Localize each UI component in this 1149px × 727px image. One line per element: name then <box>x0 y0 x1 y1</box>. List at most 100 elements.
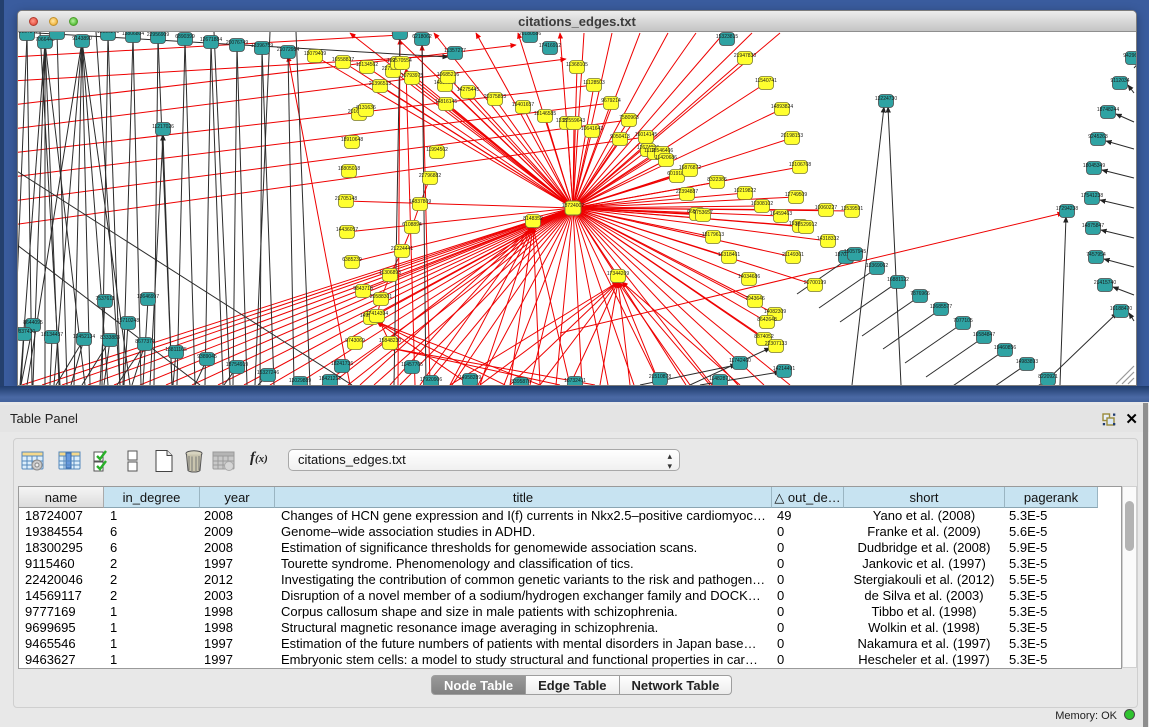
svg-text:11368105: 11368105 <box>566 62 588 68</box>
svg-text:9743069: 9743069 <box>345 338 365 344</box>
svg-text:15057945: 15057945 <box>844 249 866 255</box>
svg-text:18754919: 18754919 <box>226 362 248 368</box>
svg-text:18241736: 18241736 <box>331 361 353 367</box>
svg-text:9143890: 9143890 <box>72 36 92 42</box>
svg-text:9679214: 9679214 <box>601 98 621 104</box>
svg-text:9050413: 9050413 <box>610 134 630 140</box>
svg-text:13336273: 13336273 <box>97 32 119 35</box>
svg-text:18910648: 18910648 <box>341 137 363 143</box>
svg-text:7077105: 7077105 <box>953 318 973 324</box>
svg-text:20180586: 20180586 <box>519 32 541 37</box>
svg-text:13539591: 13539591 <box>841 206 863 212</box>
svg-text:18748244: 18748244 <box>1097 107 1119 113</box>
svg-text:13106768: 13106768 <box>789 162 811 168</box>
svg-text:20157347: 20157347 <box>18 32 38 35</box>
svg-text:9245263: 9245263 <box>1088 134 1108 140</box>
svg-text:18805018: 18805018 <box>338 166 360 172</box>
svg-text:15327246: 15327246 <box>257 370 279 376</box>
svg-text:13079409: 13079409 <box>304 51 326 57</box>
svg-text:8333883: 8333883 <box>100 335 120 341</box>
svg-text:16014145: 16014145 <box>635 132 657 138</box>
svg-text:15710248: 15710248 <box>117 318 139 324</box>
svg-text:11357277: 11357277 <box>444 48 466 54</box>
svg-text:11128503: 11128503 <box>583 80 605 86</box>
svg-text:18421212: 18421212 <box>319 376 341 382</box>
svg-text:21072954: 21072954 <box>277 47 299 53</box>
svg-text:13369062: 13369062 <box>866 263 888 269</box>
svg-text:11420686: 11420686 <box>655 155 677 161</box>
svg-text:6108894: 6108894 <box>402 222 422 228</box>
svg-text:21415740: 21415740 <box>1094 280 1116 286</box>
svg-text:6218062: 6218062 <box>412 34 432 40</box>
svg-text:11994562: 11994562 <box>426 147 448 153</box>
svg-text:18732411: 18732411 <box>564 378 586 384</box>
svg-text:14275445: 14275445 <box>457 87 479 93</box>
svg-text:17414394: 17414394 <box>366 311 388 317</box>
svg-text:8131636: 8131636 <box>356 105 376 111</box>
svg-text:22559643: 22559643 <box>563 118 585 124</box>
svg-text:11217026: 11217026 <box>152 124 174 130</box>
svg-text:10308102: 10308102 <box>751 201 773 207</box>
svg-text:14837869: 14837869 <box>409 199 431 205</box>
svg-text:20198153: 20198153 <box>781 133 803 139</box>
svg-text:20375853: 20375853 <box>484 94 506 100</box>
svg-text:21224441: 21224441 <box>391 246 413 252</box>
svg-text:10641643: 10641643 <box>581 126 603 132</box>
svg-text:8395870: 8395870 <box>511 379 531 385</box>
svg-text:18179613: 18179613 <box>702 232 724 238</box>
svg-text:13685577: 13685577 <box>930 304 952 310</box>
svg-text:21510878: 21510878 <box>649 374 671 380</box>
svg-text:8874052: 8874052 <box>754 334 774 340</box>
svg-text:11540741: 11540741 <box>755 78 777 84</box>
svg-text:14893824: 14893824 <box>771 104 793 110</box>
svg-text:8220921: 8220921 <box>1038 374 1058 380</box>
svg-text:18529912: 18529912 <box>795 222 817 228</box>
svg-text:6999828: 6999828 <box>47 32 67 34</box>
svg-text:9570554: 9570554 <box>392 58 412 64</box>
svg-text:10060227: 10060227 <box>815 205 837 211</box>
svg-text:13134562: 13134562 <box>356 62 378 68</box>
svg-text:17541238: 17541238 <box>1081 193 1103 199</box>
svg-text:7580963: 7580963 <box>619 115 639 121</box>
svg-text:8677374: 8677374 <box>135 339 155 345</box>
svg-text:14983893: 14983893 <box>1016 359 1038 365</box>
svg-text:20588301: 20588301 <box>370 294 392 300</box>
svg-text:8322386: 8322386 <box>707 177 727 183</box>
svg-text:9753657: 9753657 <box>693 210 713 216</box>
svg-text:11457765: 11457765 <box>401 362 423 368</box>
svg-text:11482877: 11482877 <box>709 376 731 382</box>
svg-text:21396513: 21396513 <box>369 81 391 87</box>
svg-text:12452134: 12452134 <box>73 334 95 340</box>
svg-text:13806804: 13806804 <box>122 32 144 37</box>
svg-text:10219822: 10219822 <box>734 188 756 194</box>
svg-text:17416912: 17416912 <box>539 43 561 49</box>
svg-text:16876872: 16876872 <box>679 165 701 171</box>
svg-text:14034686: 14034686 <box>738 274 760 280</box>
svg-text:8642648: 8642648 <box>757 317 777 323</box>
svg-text:15837430: 15837430 <box>18 329 35 335</box>
svg-text:20076749: 20076749 <box>226 40 248 46</box>
svg-text:15334531: 15334531 <box>389 32 411 34</box>
svg-text:14082309: 14082309 <box>764 309 786 315</box>
svg-text:14318332: 14318332 <box>817 236 839 242</box>
svg-text:14816145: 14816145 <box>435 99 457 105</box>
svg-text:15323815: 15323815 <box>716 34 738 40</box>
svg-text:16318461: 16318461 <box>718 252 740 258</box>
svg-text:12749509: 12749509 <box>785 192 807 198</box>
svg-text:18146585: 18146585 <box>534 111 556 117</box>
svg-text:13029889: 13029889 <box>289 378 311 384</box>
svg-text:8644095: 8644095 <box>23 320 43 326</box>
svg-text:10793975: 10793975 <box>401 73 423 79</box>
svg-text:19460856: 19460856 <box>994 345 1016 351</box>
svg-text:17920906: 17920906 <box>420 377 442 383</box>
svg-text:7943646: 7943646 <box>745 296 765 302</box>
svg-text:9389045: 9389045 <box>197 354 217 360</box>
svg-text:15848230: 15848230 <box>379 338 401 344</box>
svg-text:11742460: 11742460 <box>729 358 751 364</box>
svg-text:19401657: 19401657 <box>512 102 534 108</box>
svg-text:18724007: 18724007 <box>562 203 584 209</box>
svg-text:21149361: 21149361 <box>782 252 804 258</box>
svg-text:13224730: 13224730 <box>875 96 897 102</box>
svg-text:7537611: 7537611 <box>95 296 114 302</box>
svg-text:16881122: 16881122 <box>887 277 909 283</box>
